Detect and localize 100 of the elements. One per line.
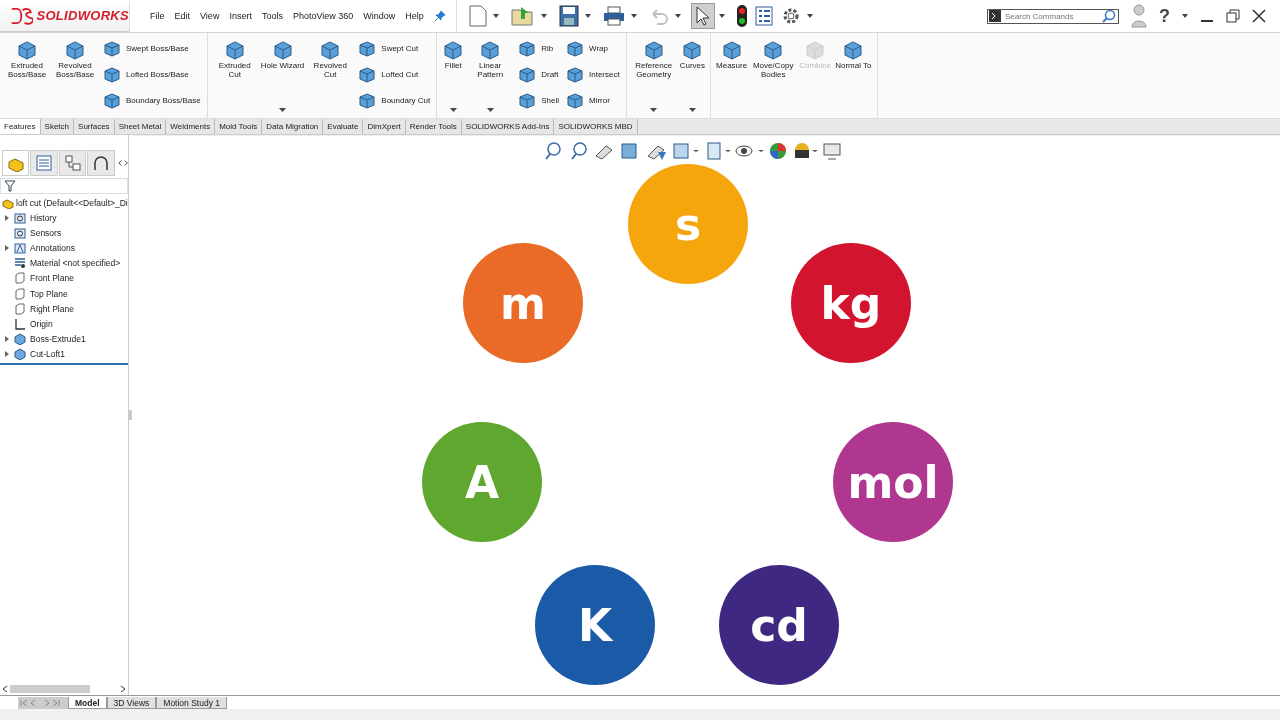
tree-item[interactable]: Top Plane [30, 288, 68, 299]
caret-icon[interactable] [584, 14, 591, 18]
ribbon-button[interactable]: Hole Wizard [259, 37, 306, 73]
ribbon-button[interactable]: Intersect [563, 63, 622, 86]
tree-item[interactable]: Boss-Extrude1 [30, 334, 86, 345]
ribbon-button[interactable]: Revolved Boss/Base [52, 37, 98, 82]
expand-arrow-icon[interactable] [4, 350, 10, 359]
expand-arrow-icon[interactable] [4, 243, 10, 252]
tree-item[interactable]: Cut-Loft1 [30, 349, 65, 360]
list-icon [35, 154, 54, 172]
caret-icon[interactable] [688, 108, 696, 112]
bottom-tab[interactable]: 3D Views [106, 697, 157, 709]
ribbon-button[interactable]: Lofted Cut [355, 63, 421, 86]
menu-item[interactable]: Tools [261, 11, 283, 21]
list-icon [754, 6, 773, 26]
scroll-left-icon[interactable] [2, 685, 8, 693]
body-icon [14, 348, 26, 361]
list-button[interactable] [752, 3, 775, 29]
caret-icon[interactable] [806, 14, 813, 18]
unit-symbol: kg [820, 277, 882, 329]
annotation-icon [14, 241, 26, 254]
menu-item[interactable]: View [200, 11, 220, 21]
caret-icon[interactable] [540, 14, 547, 18]
tree-item[interactable]: loft cut (Default<<Default>_Di [16, 197, 128, 208]
command-tab[interactable]: Features [0, 119, 41, 134]
ribbon-button[interactable]: Move/Copy Bodies [750, 37, 797, 82]
bottom-tab[interactable]: Model [68, 697, 107, 709]
ribbon-button[interactable]: Measure [715, 37, 749, 73]
block-icon [517, 38, 538, 59]
ribbon-button[interactable]: Swept Cut [355, 37, 421, 60]
caret-icon[interactable] [650, 108, 658, 112]
expand-arrow-icon[interactable] [4, 335, 10, 344]
menu-item[interactable]: PhotoView 360 [292, 11, 354, 21]
tree-item[interactable]: Origin [30, 318, 53, 329]
scroll-right-icon[interactable] [120, 685, 126, 693]
search-field[interactable]: Search Commands [987, 8, 1119, 24]
caret-icon[interactable] [449, 108, 457, 112]
tree-item[interactable]: Right Plane [30, 303, 74, 314]
block-icon [16, 39, 38, 61]
select-button[interactable] [690, 3, 715, 29]
ribbon-button[interactable]: Swept Boss/Base [100, 37, 191, 60]
tree-icon [63, 154, 82, 172]
caret-icon[interactable] [279, 108, 286, 112]
unit-symbol: A [464, 456, 500, 508]
view-toolbar-drawing[interactable] [544, 140, 844, 162]
part-tab[interactable] [2, 150, 30, 176]
caret-icon[interactable] [1182, 14, 1188, 18]
menu-item[interactable]: Edit [174, 11, 191, 21]
caret-icon[interactable] [630, 14, 637, 18]
menu-item[interactable]: Help [405, 11, 424, 21]
ribbon-button[interactable]: Linear Pattern [467, 37, 514, 82]
plane-icon [14, 302, 26, 315]
expand-arrow-icon[interactable] [4, 213, 10, 222]
splitter-handle[interactable] [129, 410, 132, 420]
save-button[interactable] [556, 3, 581, 29]
property-tab[interactable] [30, 150, 58, 176]
ribbon-button[interactable]: Lofted Boss/Base [100, 63, 191, 86]
tree-item[interactable]: Annotations [30, 242, 75, 253]
ribbon-button[interactable]: Extruded Cut [211, 37, 258, 82]
pin-icon[interactable] [433, 10, 446, 22]
block-icon [642, 39, 665, 61]
ribbon-button[interactable]: Curves [678, 37, 707, 73]
ribbon-button[interactable]: Boundary Cut [355, 89, 433, 112]
block-icon [102, 38, 122, 59]
ribbon-button[interactable]: Wrap [563, 37, 610, 60]
help-button[interactable]: ? [1159, 5, 1170, 27]
menu-item[interactable]: Insert [229, 11, 252, 21]
ribbon-button[interactable]: Fillet [441, 37, 466, 73]
block-icon [479, 39, 502, 61]
tree-item[interactable]: History [30, 212, 57, 223]
menu-item[interactable]: Window [363, 11, 396, 21]
caret-icon[interactable] [486, 108, 494, 112]
ribbon-button[interactable]: Mirror [563, 89, 612, 112]
search-icon[interactable] [1102, 9, 1116, 23]
caret-icon[interactable] [492, 14, 499, 18]
ribbon-button[interactable]: Boundary Boss/Base [100, 89, 203, 112]
scrollbar-thumb[interactable] [10, 685, 90, 693]
ribbon-button[interactable]: Revolved Cut [307, 37, 354, 82]
block-icon [102, 90, 122, 111]
restore-icon[interactable] [1226, 9, 1240, 23]
bottom-tab[interactable]: Motion Study 1 [156, 697, 227, 709]
ribbon-button[interactable]: Reference Geometry [630, 37, 677, 82]
menu-item[interactable]: File [150, 11, 165, 21]
scroll-arrows-icon[interactable] [117, 159, 128, 167]
caret-icon[interactable] [718, 14, 725, 18]
dim-tab[interactable] [87, 150, 115, 176]
ribbon-button[interactable]: Rib [515, 37, 556, 60]
block-icon [842, 39, 865, 61]
tree-item[interactable]: Sensors [30, 227, 62, 238]
rebuild-button[interactable] [734, 3, 749, 29]
ribbon-button[interactable]: Extruded Boss/Base [4, 37, 50, 82]
ribbon-button[interactable]: Normal To [834, 37, 873, 73]
filter-icon[interactable] [4, 180, 16, 192]
cursor-icon [693, 5, 712, 27]
close-icon[interactable] [1252, 9, 1266, 23]
plane-icon [14, 287, 26, 300]
tree-item[interactable]: Material <not specified> [30, 258, 121, 269]
ribbon-button[interactable]: Shell [515, 89, 561, 112]
tree-item[interactable]: Front Plane [30, 273, 74, 284]
ribbon-button[interactable]: Draft [515, 63, 561, 86]
